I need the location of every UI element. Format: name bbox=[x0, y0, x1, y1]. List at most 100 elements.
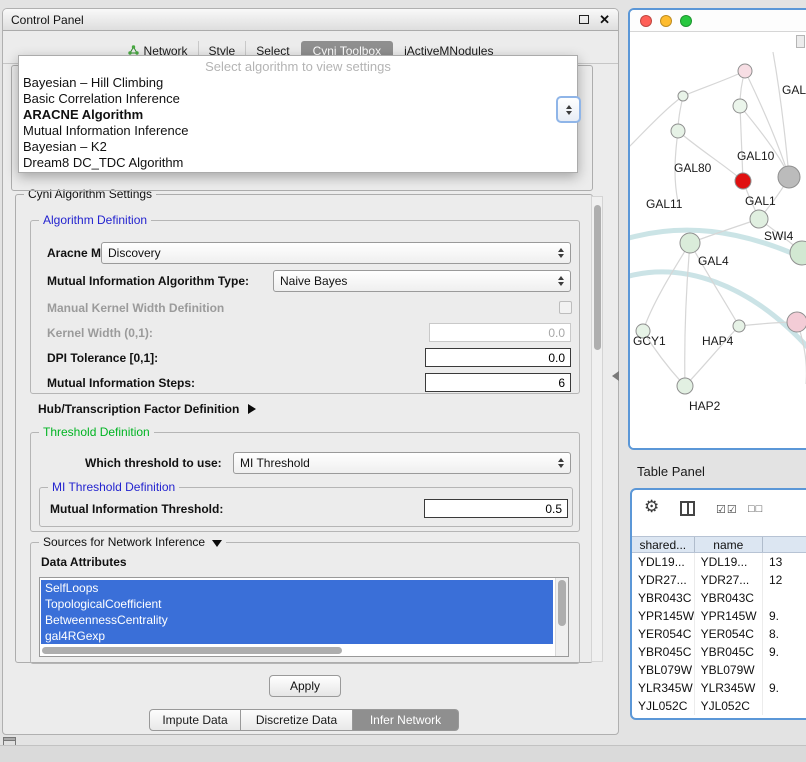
checked-boxes-icon[interactable]: ☑☑ bbox=[716, 503, 738, 516]
table-row[interactable]: YER054CYER054C8. bbox=[632, 625, 806, 643]
network-node-gray[interactable] bbox=[778, 166, 800, 188]
dpi-tolerance-label: DPI Tolerance [0,1]: bbox=[47, 351, 158, 365]
mi-threshold-field[interactable] bbox=[424, 499, 568, 518]
network-node[interactable] bbox=[733, 320, 745, 332]
mi-threshold-label: Mutual Information Threshold: bbox=[50, 502, 223, 516]
list-item[interactable]: TopologicalCoefficient bbox=[41, 596, 553, 612]
node-label: HAP4 bbox=[702, 334, 734, 348]
list-item[interactable]: SelfLoops bbox=[41, 580, 553, 596]
sources-group-title[interactable]: Sources for Network Inference bbox=[39, 535, 226, 549]
popup-item[interactable]: ARACNE Algorithm bbox=[19, 107, 577, 123]
list-vertical-scrollbar[interactable] bbox=[555, 578, 568, 656]
algorithm-dropdown-popup: Select algorithm to view settings Bayesi… bbox=[18, 55, 578, 173]
manual-kernel-checkbox[interactable] bbox=[559, 301, 572, 314]
list-item[interactable]: gal4RGexp bbox=[41, 628, 553, 644]
algorithm-definition-title: Algorithm Definition bbox=[39, 213, 151, 227]
network-window-titlebar bbox=[630, 10, 806, 32]
gear-icon[interactable]: ⚙ bbox=[644, 498, 659, 515]
network-node[interactable] bbox=[678, 91, 688, 101]
sources-group: Sources for Network Inference Data Attri… bbox=[30, 542, 580, 664]
combo-stepper-icon bbox=[558, 276, 564, 286]
column-header[interactable] bbox=[763, 537, 806, 552]
network-node-pink[interactable] bbox=[787, 312, 806, 332]
cyni-algorithm-settings-group: Cyni Algorithm Settings Algorithm Defini… bbox=[15, 194, 593, 663]
aracne-mode-combo[interactable]: Discovery bbox=[101, 242, 571, 264]
expander-right-icon bbox=[248, 404, 256, 414]
mi-type-label: Mutual Information Algorithm Type: bbox=[47, 274, 249, 288]
zoom-traffic-light[interactable] bbox=[680, 15, 692, 27]
network-scrollbar-button[interactable] bbox=[796, 35, 805, 48]
mi-threshold-group-title: MI Threshold Definition bbox=[48, 480, 179, 494]
table-row[interactable]: YJL052CYJL052C bbox=[632, 697, 806, 715]
manual-kernel-label: Manual Kernel Width Definition bbox=[47, 301, 224, 315]
panel-collapse-handle-icon[interactable] bbox=[612, 371, 619, 381]
table-row[interactable]: YBR043CYBR043C bbox=[632, 589, 806, 607]
bottom-tabbar: Impute Data Discretize Data Infer Networ… bbox=[149, 709, 459, 731]
combo-stepper-icon bbox=[558, 248, 564, 258]
minimize-traffic-light[interactable] bbox=[660, 15, 672, 27]
tab-discretize-data[interactable]: Discretize Data bbox=[241, 709, 353, 731]
column-header[interactable]: shared... bbox=[632, 537, 695, 552]
network-node[interactable] bbox=[733, 99, 747, 113]
expander-down-icon bbox=[212, 540, 222, 547]
network-node[interactable] bbox=[750, 210, 768, 228]
network-node[interactable] bbox=[680, 233, 700, 253]
kernel-width-field[interactable] bbox=[429, 323, 571, 342]
mi-threshold-group: MI Threshold Definition Mutual Informati… bbox=[39, 487, 573, 527]
popup-item[interactable]: Bayesian – Hill Climbing bbox=[19, 75, 577, 91]
table-row[interactable]: YDL19...YDL19...13 bbox=[632, 553, 806, 571]
node-label: GAL11 bbox=[646, 197, 683, 211]
table-row[interactable]: YLR345WYLR345W9. bbox=[632, 679, 806, 697]
network-node-red[interactable] bbox=[735, 173, 751, 189]
threshold-definition-group: Threshold Definition Which threshold to … bbox=[30, 432, 580, 532]
combo-stepper-icon bbox=[558, 458, 564, 468]
network-canvas[interactable]: GAL7 GAL80 GAL10 GAL11 GAL1 SWI4 GAL4 GC… bbox=[630, 32, 806, 448]
float-window-icon[interactable] bbox=[579, 15, 589, 24]
table-row[interactable]: YDR27...YDR27...12 bbox=[632, 571, 806, 589]
table-panel-window: ⚙ ☑☑ □□ shared... name YDL19...YDL19...1… bbox=[630, 488, 806, 720]
scrollbar-thumb[interactable] bbox=[558, 580, 566, 626]
hub-factor-expander[interactable]: Hub/Transcription Factor Definition bbox=[38, 402, 256, 416]
data-attributes-label: Data Attributes bbox=[41, 555, 127, 569]
control-panel-titlebar: Control Panel ✕ bbox=[3, 9, 618, 31]
which-threshold-combo[interactable]: MI Threshold bbox=[233, 452, 571, 474]
algorithm-combo-stepper-button[interactable] bbox=[556, 96, 581, 123]
close-icon[interactable]: ✕ bbox=[599, 13, 610, 26]
threshold-definition-title: Threshold Definition bbox=[39, 425, 154, 439]
list-item[interactable]: BetweennessCentrality bbox=[41, 612, 553, 628]
tab-impute-data[interactable]: Impute Data bbox=[149, 709, 241, 731]
mi-steps-label: Mutual Information Steps: bbox=[47, 376, 195, 390]
popup-item[interactable]: Basic Correlation Inference bbox=[19, 91, 577, 107]
apply-button[interactable]: Apply bbox=[269, 675, 341, 697]
column-header[interactable]: name bbox=[695, 537, 763, 552]
node-label: HAP2 bbox=[689, 399, 721, 413]
scrollbar-thumb[interactable] bbox=[594, 205, 601, 350]
combo-stepper-icon bbox=[566, 105, 572, 115]
network-node[interactable] bbox=[677, 378, 693, 394]
network-node[interactable] bbox=[738, 64, 752, 78]
table-row[interactable]: YPR145WYPR145W9. bbox=[632, 607, 806, 625]
node-label: GAL4 bbox=[698, 254, 729, 268]
mi-steps-field[interactable] bbox=[425, 373, 571, 392]
node-label: GAL80 bbox=[674, 161, 712, 175]
tab-infer-network[interactable]: Infer Network bbox=[353, 709, 459, 731]
popup-item[interactable]: Mutual Information Inference bbox=[19, 123, 577, 139]
list-horizontal-scrollbar[interactable] bbox=[42, 647, 342, 654]
table-row[interactable]: YBL079WYBL079W bbox=[632, 661, 806, 679]
mi-type-combo[interactable]: Naive Bayes bbox=[273, 270, 571, 292]
node-label: GAL1 bbox=[745, 194, 776, 208]
status-strip bbox=[0, 745, 806, 762]
node-label: SWI4 bbox=[764, 229, 794, 243]
which-threshold-label: Which threshold to use: bbox=[85, 456, 222, 470]
dpi-tolerance-field[interactable] bbox=[425, 348, 571, 367]
popup-item[interactable]: Dream8 DC_TDC Algorithm bbox=[19, 155, 577, 171]
table-row[interactable]: YBR045CYBR045C9. bbox=[632, 643, 806, 661]
unchecked-boxes-icon[interactable]: □□ bbox=[748, 503, 763, 515]
node-label: GAL10 bbox=[737, 149, 775, 163]
algorithm-definition-group: Algorithm Definition Aracne Mode: Discov… bbox=[30, 220, 580, 394]
close-traffic-light[interactable] bbox=[640, 15, 652, 27]
columns-icon[interactable] bbox=[680, 501, 695, 516]
settings-scrollbar[interactable] bbox=[591, 196, 603, 662]
network-node[interactable] bbox=[671, 124, 685, 138]
popup-item[interactable]: Bayesian – K2 bbox=[19, 139, 577, 155]
